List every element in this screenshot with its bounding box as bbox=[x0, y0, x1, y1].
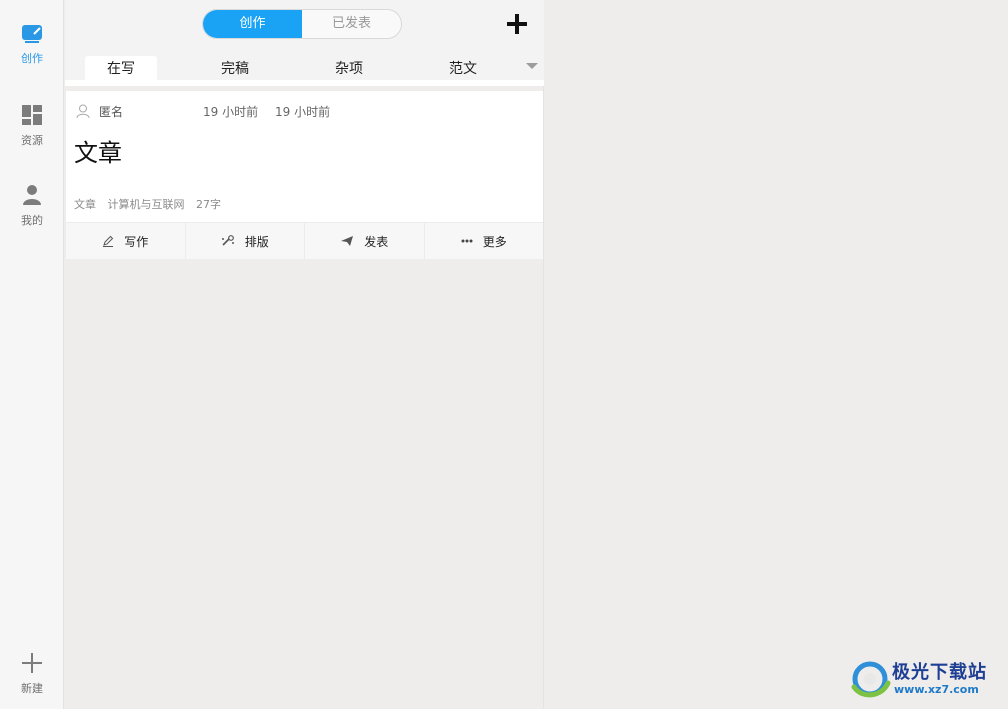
publish-label: 发表 bbox=[364, 234, 389, 249]
document-meta: 文章 计算机与互联网 27字 bbox=[74, 196, 229, 212]
status-toggle: 创作 已发表 bbox=[202, 9, 402, 39]
created-time: 19 小时前 bbox=[203, 105, 259, 119]
nav-new-button[interactable]: 新建 bbox=[0, 652, 64, 709]
write-label: 写作 bbox=[124, 234, 149, 249]
card-actions: 写作 排版 发表 更多 bbox=[66, 222, 543, 259]
layout-icon bbox=[221, 235, 234, 246]
tab-samples[interactable]: 范文 bbox=[427, 56, 499, 80]
watermark-title: 极光下载站 bbox=[892, 662, 987, 683]
nav-item-label: 我的 bbox=[21, 214, 43, 227]
document-list-panel: 创作 已发表 在写 完稿 杂项 范文 匿名 19 小时前 19 小时前 文章 文… bbox=[65, 0, 544, 709]
document-card[interactable]: 匿名 19 小时前 19 小时前 文章 文章 计算机与互联网 27字 写作 排版… bbox=[66, 91, 543, 259]
tab-writing[interactable]: 在写 bbox=[85, 56, 157, 80]
document-title[interactable]: 文章 bbox=[74, 133, 122, 168]
segment-create[interactable]: 创作 bbox=[203, 10, 302, 38]
plus-icon bbox=[22, 653, 42, 673]
send-icon bbox=[341, 236, 354, 246]
add-document-button[interactable] bbox=[505, 12, 529, 36]
word-count: 27字 bbox=[196, 198, 221, 211]
nav-item-mine[interactable]: 我的 bbox=[0, 184, 64, 248]
category-tabs: 在写 完稿 杂项 范文 bbox=[65, 56, 544, 80]
caret-down-icon[interactable] bbox=[526, 63, 538, 69]
nav-item-label: 资源 bbox=[21, 134, 43, 147]
write-button[interactable]: 写作 bbox=[66, 223, 186, 259]
segment-published[interactable]: 已发表 bbox=[302, 10, 401, 38]
watermark-logo bbox=[851, 661, 891, 698]
nav-item-create[interactable]: 创作 bbox=[0, 22, 64, 86]
dashboard-icon bbox=[22, 105, 42, 125]
tab-misc[interactable]: 杂项 bbox=[313, 56, 385, 80]
more-label: 更多 bbox=[482, 234, 507, 249]
modified-time: 19 小时前 bbox=[275, 105, 331, 119]
person-outline-icon bbox=[76, 104, 90, 119]
compose-icon bbox=[22, 25, 42, 43]
tab-finished[interactable]: 完稿 bbox=[199, 56, 271, 80]
nav-item-label: 创作 bbox=[21, 52, 43, 65]
document-type: 文章 bbox=[74, 198, 96, 211]
more-icon bbox=[461, 239, 473, 243]
author-name: 匿名 bbox=[99, 105, 124, 119]
document-category: 计算机与互联网 bbox=[107, 198, 185, 211]
editor-pane bbox=[545, 0, 1008, 709]
pen-icon bbox=[103, 235, 114, 247]
publish-button[interactable]: 发表 bbox=[305, 223, 425, 259]
watermark-url: www.xz7.com bbox=[894, 683, 979, 696]
left-nav: 创作 资源 我的 新建 bbox=[0, 0, 64, 709]
user-icon bbox=[23, 185, 41, 205]
tab-divider bbox=[65, 80, 544, 86]
list-header: 创作 已发表 在写 完稿 杂项 范文 bbox=[65, 0, 544, 86]
nav-new-label: 新建 bbox=[21, 682, 43, 695]
more-button[interactable]: 更多 bbox=[425, 223, 544, 259]
layout-button[interactable]: 排版 bbox=[186, 223, 305, 259]
nav-item-resources[interactable]: 资源 bbox=[0, 104, 64, 168]
layout-label: 排版 bbox=[244, 234, 269, 249]
watermark: 极光下载站 www.xz7.com bbox=[848, 655, 998, 703]
